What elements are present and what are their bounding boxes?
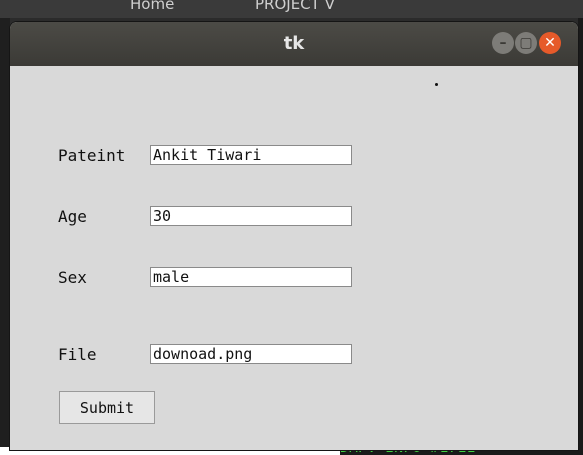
patient-field[interactable] (150, 145, 352, 165)
background-topbar: Home PROJECT V (0, 0, 583, 18)
minimize-icon[interactable]: – (492, 32, 514, 54)
close-icon[interactable]: ✕ (539, 32, 561, 54)
window-titlebar[interactable]: tk – ▢ ✕ (10, 22, 578, 66)
window-content: Pateint Age Sex File Submit (10, 66, 578, 450)
age-field[interactable] (150, 206, 352, 226)
tk-window: tk – ▢ ✕ Pateint Age Sex File Submit (10, 22, 578, 450)
patient-label: Pateint (58, 146, 126, 165)
submit-button[interactable]: Submit (59, 391, 155, 424)
file-field[interactable] (150, 344, 352, 364)
age-label: Age (58, 207, 87, 226)
sex-field[interactable] (150, 267, 352, 287)
stray-dot (435, 83, 438, 86)
maximize-icon[interactable]: ▢ (515, 32, 537, 54)
file-label: File (58, 345, 97, 364)
sex-label: Sex (58, 268, 87, 287)
background-crumb-home: Home (130, 0, 175, 13)
background-left-strip (0, 18, 10, 455)
background-crumb-project: PROJECT V (255, 0, 335, 13)
background-right-strip (578, 18, 583, 455)
